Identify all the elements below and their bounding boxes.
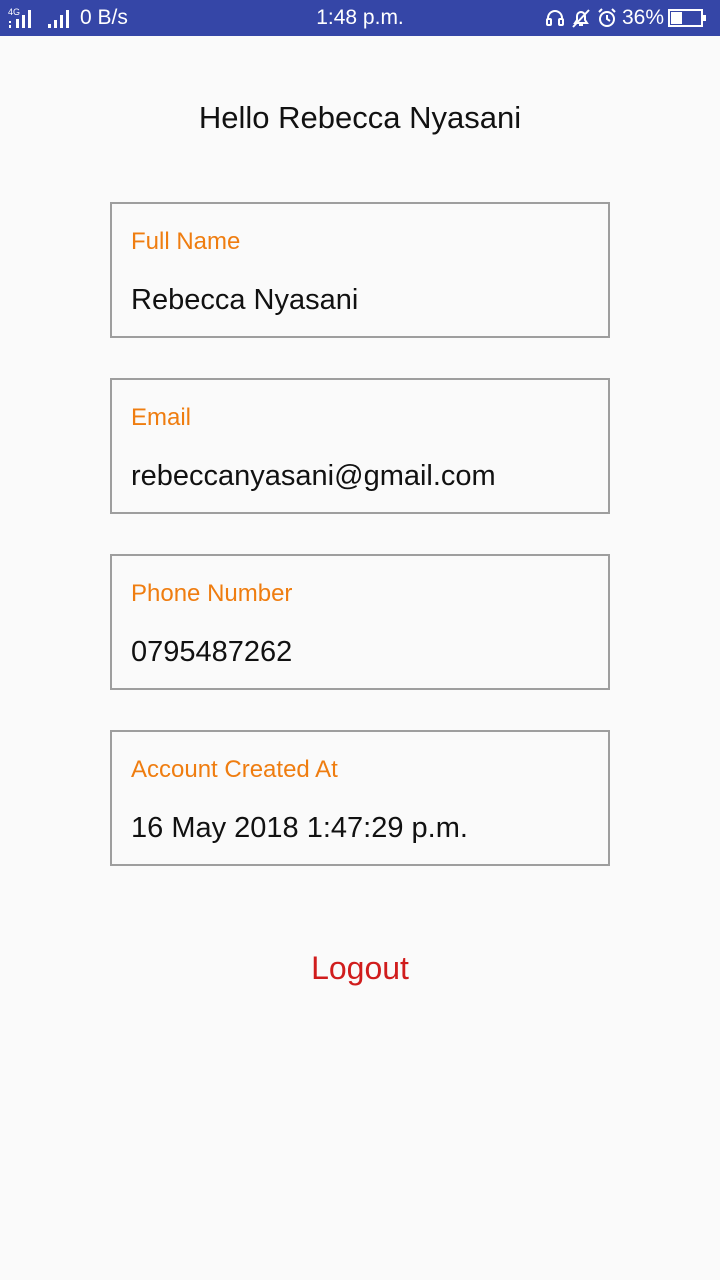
greeting-title: Hello Rebecca Nyasani bbox=[198, 100, 522, 135]
phone-value: 0795487262 bbox=[131, 636, 293, 668]
status-bar-right: 36% bbox=[544, 6, 708, 30]
alarm-icon bbox=[596, 7, 618, 29]
account-created-value: 16 May 2018 1:47:29 p.m. bbox=[131, 812, 468, 844]
account-created-card: Account Created At 16 May 2018 1:47:29 p… bbox=[110, 730, 610, 866]
battery-percent: 36% bbox=[621, 6, 664, 29]
full-name-label: Full Name bbox=[131, 228, 241, 255]
email-card: Email rebeccanyasani@gmail.com bbox=[110, 378, 610, 514]
account-created-label: Account Created At bbox=[131, 756, 338, 783]
full-name-value: Rebecca Nyasani bbox=[131, 284, 359, 316]
logout-button[interactable]: Logout bbox=[0, 950, 720, 987]
status-bar: 4G 0 B/s 1:48 p.m. 36% bbox=[0, 0, 720, 36]
headset-icon bbox=[544, 7, 566, 29]
email-label: Email bbox=[131, 404, 192, 431]
battery-icon bbox=[668, 8, 708, 28]
email-value: rebeccanyasani@gmail.com bbox=[131, 460, 496, 492]
phone-card: Phone Number 0795487262 bbox=[110, 554, 610, 690]
full-name-card: Full Name Rebecca Nyasani bbox=[110, 202, 610, 338]
muted-bell-icon bbox=[570, 7, 592, 29]
phone-label: Phone Number bbox=[131, 580, 293, 607]
